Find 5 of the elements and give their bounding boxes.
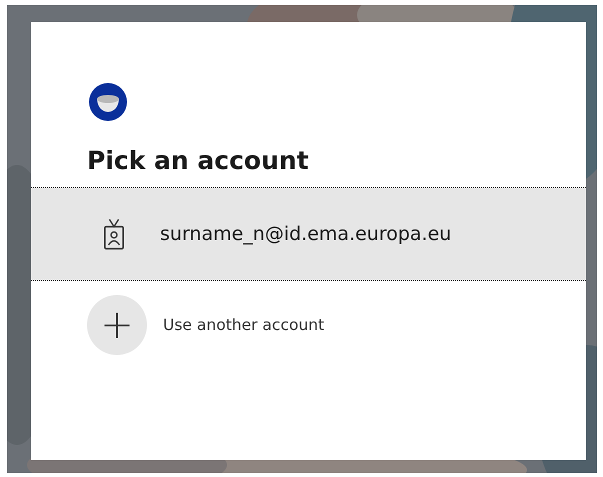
plus-icon: +	[87, 295, 147, 355]
id-badge-icon	[103, 218, 125, 250]
dialog-title: Pick an account	[87, 146, 310, 175]
account-tile[interactable]: surname_n@id.ema.europa.eu	[31, 188, 586, 281]
logo-icon	[88, 82, 128, 122]
